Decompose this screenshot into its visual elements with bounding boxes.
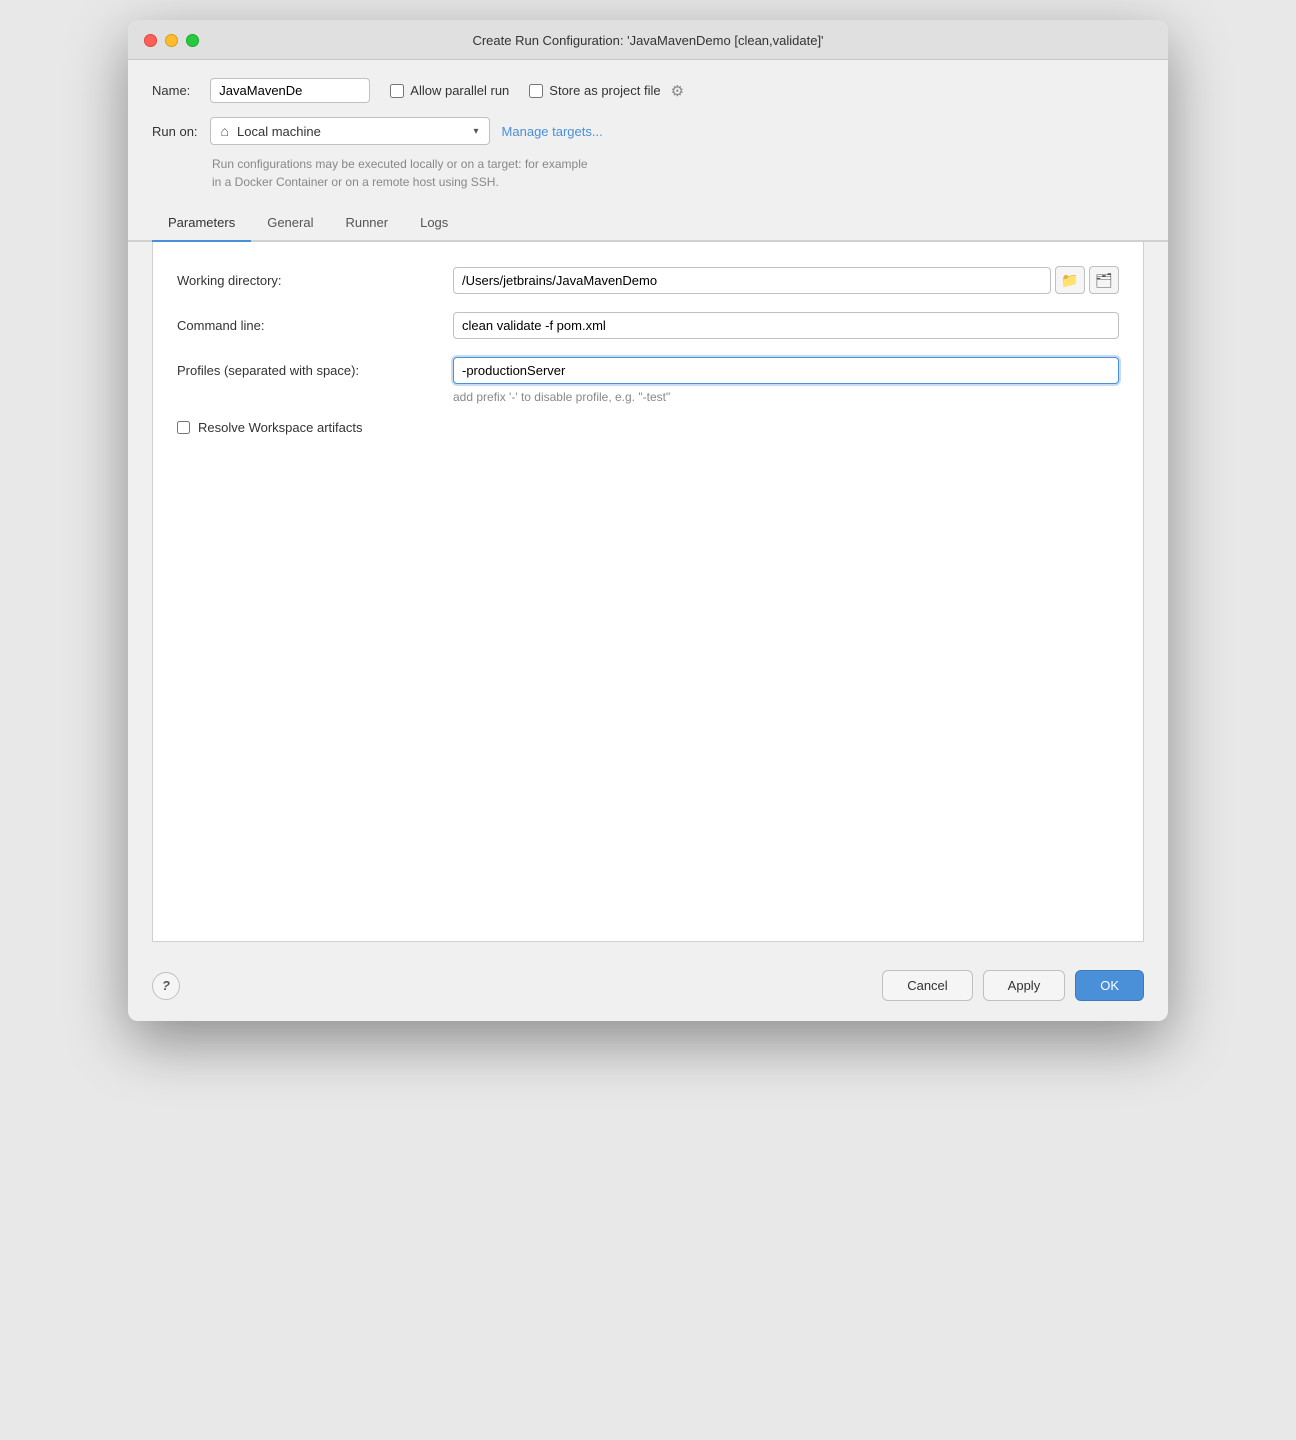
header-section: Name: Allow parallel run Store as projec… bbox=[128, 60, 1168, 205]
traffic-lights bbox=[144, 34, 199, 47]
profiles-input[interactable] bbox=[453, 357, 1119, 384]
working-directory-label: Working directory: bbox=[177, 273, 437, 288]
profiles-hint: add prefix '-' to disable profile, e.g. … bbox=[453, 390, 1119, 404]
store-as-project-label: Store as project file bbox=[549, 83, 660, 98]
hint-line1: Run configurations may be executed local… bbox=[212, 157, 588, 171]
tab-logs[interactable]: Logs bbox=[404, 205, 464, 242]
tabs-bar: Parameters General Runner Logs bbox=[128, 205, 1168, 242]
tab-parameters[interactable]: Parameters bbox=[152, 205, 251, 242]
profiles-label: Profiles (separated with space): bbox=[177, 363, 437, 378]
profiles-field-group bbox=[453, 357, 1119, 384]
close-button[interactable] bbox=[144, 34, 157, 47]
folder-alt-icon: 🗂 bbox=[1095, 272, 1113, 289]
store-as-project-checkbox[interactable] bbox=[529, 84, 543, 98]
dialog: Create Run Configuration: 'JavaMavenDemo… bbox=[128, 20, 1168, 1021]
gear-icon[interactable]: ⚙ bbox=[671, 82, 684, 100]
run-on-dropdown[interactable]: ⌂ Local machine ▾ bbox=[210, 117, 490, 145]
resolve-workspace-checkbox[interactable] bbox=[177, 421, 190, 434]
command-line-input[interactable] bbox=[453, 312, 1119, 339]
working-directory-field-group: 📁 🗂 bbox=[453, 266, 1119, 294]
allow-parallel-group: Allow parallel run bbox=[390, 83, 509, 98]
manage-targets-link[interactable]: Manage targets... bbox=[502, 124, 603, 139]
run-on-label: Run on: bbox=[152, 124, 198, 139]
tab-general[interactable]: General bbox=[251, 205, 329, 242]
working-directory-row: Working directory: 📁 🗂 bbox=[177, 266, 1119, 294]
title-bar: Create Run Configuration: 'JavaMavenDemo… bbox=[128, 20, 1168, 60]
tab-runner[interactable]: Runner bbox=[329, 205, 404, 242]
command-line-row: Command line: bbox=[177, 312, 1119, 339]
resolve-workspace-row: Resolve Workspace artifacts bbox=[177, 420, 1119, 435]
working-directory-browse-button[interactable]: 📁 bbox=[1055, 266, 1085, 294]
allow-parallel-checkbox[interactable] bbox=[390, 84, 404, 98]
folder-icon: 📁 bbox=[1061, 272, 1078, 289]
cancel-button[interactable]: Cancel bbox=[882, 970, 972, 1001]
dropdown-arrow-icon: ▾ bbox=[474, 126, 479, 137]
profiles-row: Profiles (separated with space): bbox=[177, 357, 1119, 384]
home-icon: ⌂ bbox=[221, 123, 229, 139]
footer: ? Cancel Apply OK bbox=[128, 958, 1168, 1021]
working-directory-alt-button[interactable]: 🗂 bbox=[1089, 266, 1119, 294]
store-as-project-group: Store as project file ⚙ bbox=[529, 82, 684, 100]
working-directory-input[interactable] bbox=[453, 267, 1051, 294]
hint-line2: in a Docker Container or on a remote hos… bbox=[212, 175, 499, 189]
name-input[interactable] bbox=[210, 78, 370, 103]
command-line-label: Command line: bbox=[177, 318, 437, 333]
help-button[interactable]: ? bbox=[152, 972, 180, 1000]
name-row: Name: Allow parallel run Store as projec… bbox=[152, 78, 1144, 103]
footer-buttons: Cancel Apply OK bbox=[882, 970, 1144, 1001]
run-on-row: Run on: ⌂ Local machine ▾ Manage targets… bbox=[152, 117, 1144, 145]
maximize-button[interactable] bbox=[186, 34, 199, 47]
ok-button[interactable]: OK bbox=[1075, 970, 1144, 1001]
apply-button[interactable]: Apply bbox=[983, 970, 1066, 1001]
hint-text: Run configurations may be executed local… bbox=[212, 155, 1144, 191]
minimize-button[interactable] bbox=[165, 34, 178, 47]
command-line-field-group bbox=[453, 312, 1119, 339]
resolve-workspace-label: Resolve Workspace artifacts bbox=[198, 420, 363, 435]
content-area: Working directory: 📁 🗂 Command line: Pro… bbox=[152, 242, 1144, 942]
run-on-value: Local machine bbox=[237, 124, 466, 139]
dialog-title: Create Run Configuration: 'JavaMavenDemo… bbox=[472, 33, 823, 48]
name-label: Name: bbox=[152, 83, 190, 98]
allow-parallel-label: Allow parallel run bbox=[410, 83, 509, 98]
